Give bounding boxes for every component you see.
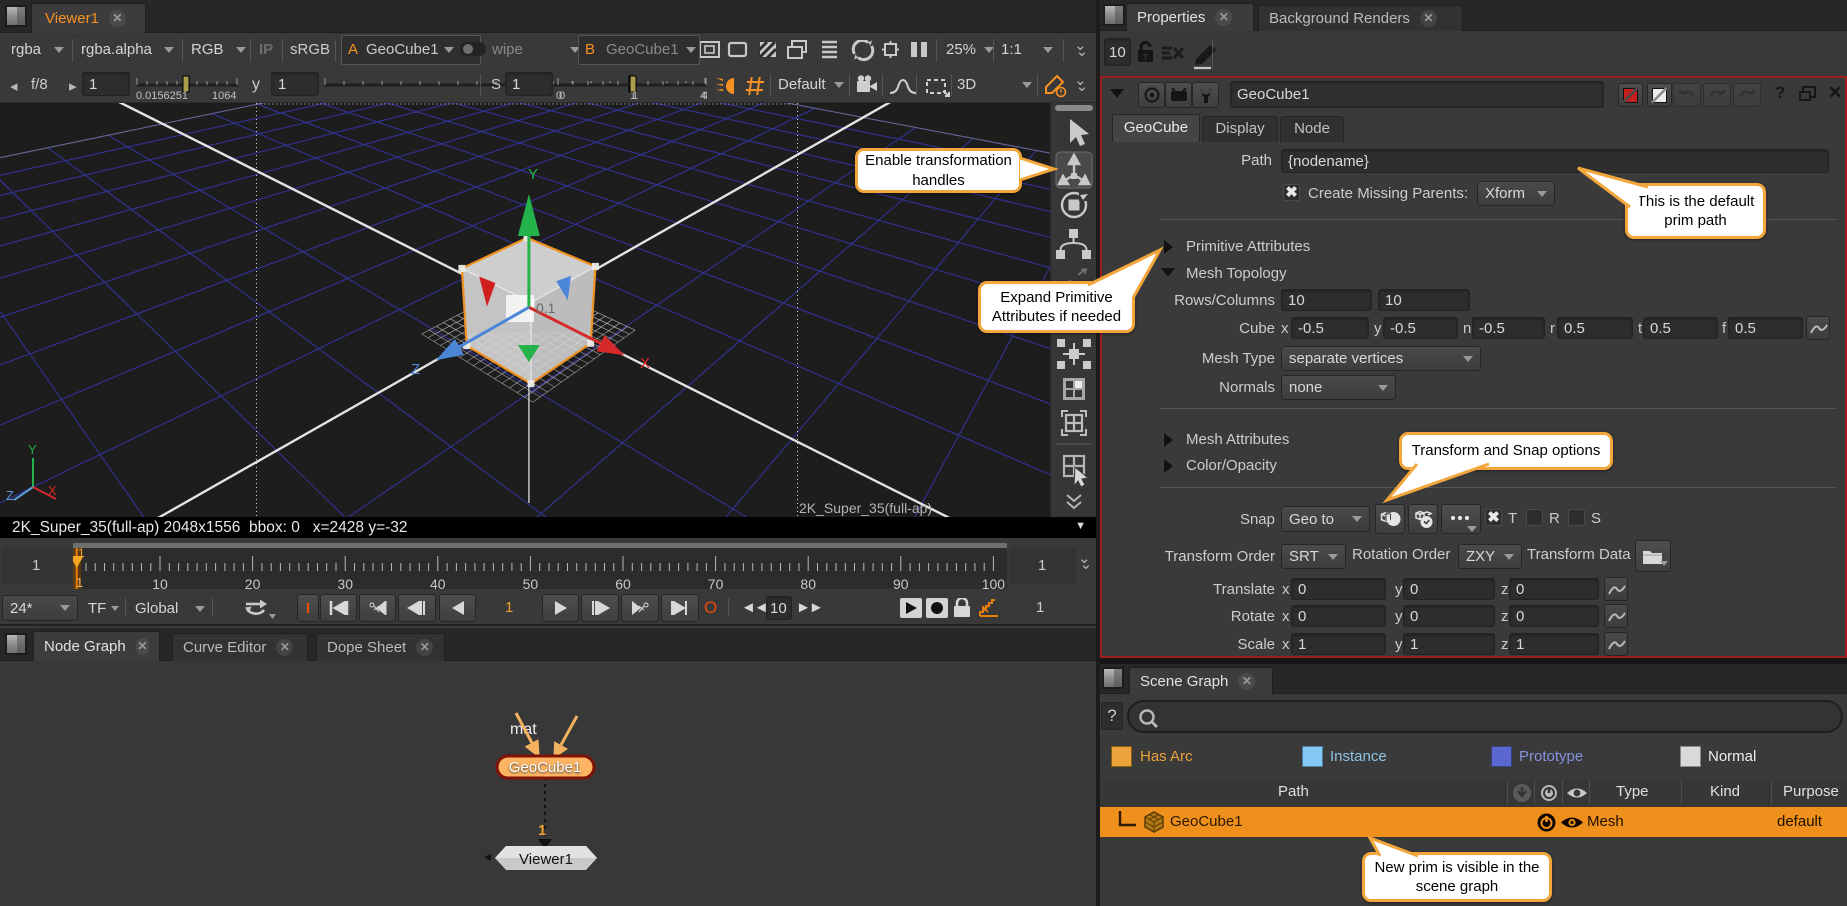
svg-text:T: T	[1143, 53, 1148, 62]
svg-text:90: 90	[893, 576, 909, 589]
svg-text:1: 1	[76, 575, 83, 589]
svg-text:X: X	[640, 355, 650, 372]
svg-text:30: 30	[337, 576, 353, 589]
svg-text:Y: Y	[28, 442, 37, 457]
svg-text:80: 80	[800, 576, 816, 589]
svg-text:50: 50	[523, 576, 539, 589]
svg-text:40: 40	[430, 576, 446, 589]
svg-text:0.1: 0.1	[536, 300, 556, 316]
svg-text:1: 1	[632, 90, 638, 100]
svg-text:20: 20	[245, 576, 261, 589]
svg-text:GeoCube1: GeoCube1	[509, 759, 582, 776]
svg-text:1: 1	[538, 822, 546, 839]
svg-text:70: 70	[708, 576, 724, 589]
svg-text:0: 0	[559, 90, 565, 100]
svg-text:4: 4	[702, 90, 707, 100]
svg-text:Viewer1: Viewer1	[519, 851, 573, 868]
svg-text:Z: Z	[411, 361, 420, 378]
svg-text:10: 10	[152, 576, 168, 589]
svg-text:1064: 1064	[212, 90, 236, 100]
svg-text:60: 60	[615, 576, 631, 589]
svg-text:0.0156251: 0.0156251	[136, 90, 188, 100]
svg-text:Y: Y	[528, 166, 538, 183]
svg-text:X: X	[48, 483, 57, 498]
svg-text:100: 100	[982, 576, 1006, 589]
svg-text:Z: Z	[6, 488, 14, 503]
svg-text:2K_Super_35(full-ap): 2K_Super_35(full-ap)	[799, 500, 932, 516]
svg-text:1: 1	[78, 546, 85, 560]
